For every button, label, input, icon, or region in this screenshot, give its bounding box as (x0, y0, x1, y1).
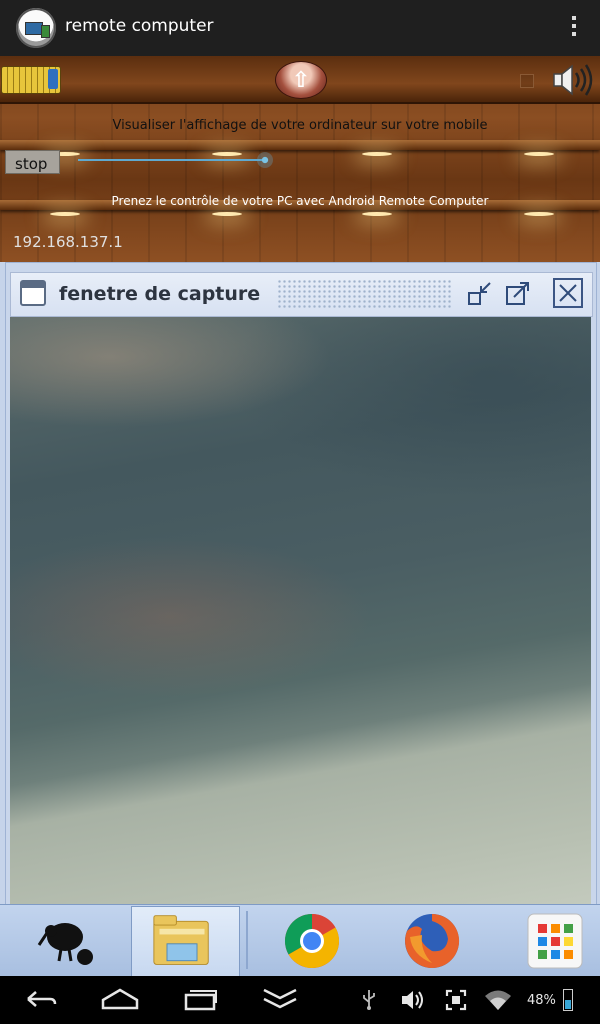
chrome-icon[interactable] (282, 911, 342, 971)
back-icon[interactable] (24, 986, 58, 1018)
capture-window-title: fenetre de capture (59, 283, 261, 305)
option-checkbox[interactable] (520, 74, 534, 88)
screenshot-icon[interactable] (445, 989, 467, 1017)
quality-slider[interactable] (78, 159, 266, 161)
overflow-menu-icon[interactable] (570, 16, 578, 40)
upload-arrow-button[interactable]: ⇧ (275, 61, 327, 99)
speaker-icon[interactable] (552, 63, 596, 97)
app-title: remote computer (65, 16, 214, 36)
close-icon[interactable] (553, 278, 583, 308)
caption-take-control: Prenez le contrôle de votre PC avec Andr… (111, 194, 489, 208)
maximize-icon[interactable] (503, 278, 533, 308)
wifi-icon (484, 989, 512, 1017)
app-logo-icon[interactable] (16, 8, 56, 48)
capture-window-titlebar[interactable]: fenetre de capture (10, 272, 593, 317)
drag-handle[interactable] (277, 279, 452, 309)
slider-thumb[interactable] (257, 152, 273, 168)
control-panel: ⇧ Visualiser l'affichage de votre ordina… (0, 56, 600, 262)
home-icon[interactable] (100, 986, 140, 1018)
remote-taskbar (0, 904, 600, 977)
capture-window: fenetre de capture (0, 262, 600, 906)
battery-percent: 48% (527, 993, 556, 1008)
remote-screen-view[interactable] (10, 317, 591, 904)
app-bar: remote computer (0, 0, 600, 57)
recent-apps-icon[interactable] (183, 986, 219, 1018)
usb-icon (362, 988, 376, 1016)
stop-button[interactable]: stop (5, 150, 60, 174)
volume-icon[interactable] (400, 989, 426, 1017)
ip-address: 192.168.137.1 (13, 233, 123, 251)
window-icon (20, 280, 46, 306)
hide-keyboard-icon[interactable] (261, 986, 299, 1018)
caption-view-screen: Visualiser l'affichage de votre ordinate… (112, 118, 488, 133)
minimize-icon[interactable] (465, 278, 495, 308)
kiwi-icon[interactable] (37, 911, 97, 971)
firefox-icon[interactable] (402, 911, 462, 971)
system-navigation-bar: 48% (0, 976, 600, 1024)
battery-icon (563, 989, 573, 1011)
apps-grid-icon[interactable] (525, 911, 585, 971)
keyboard-icon[interactable] (1, 66, 61, 94)
file-explorer-icon[interactable] (152, 911, 212, 971)
